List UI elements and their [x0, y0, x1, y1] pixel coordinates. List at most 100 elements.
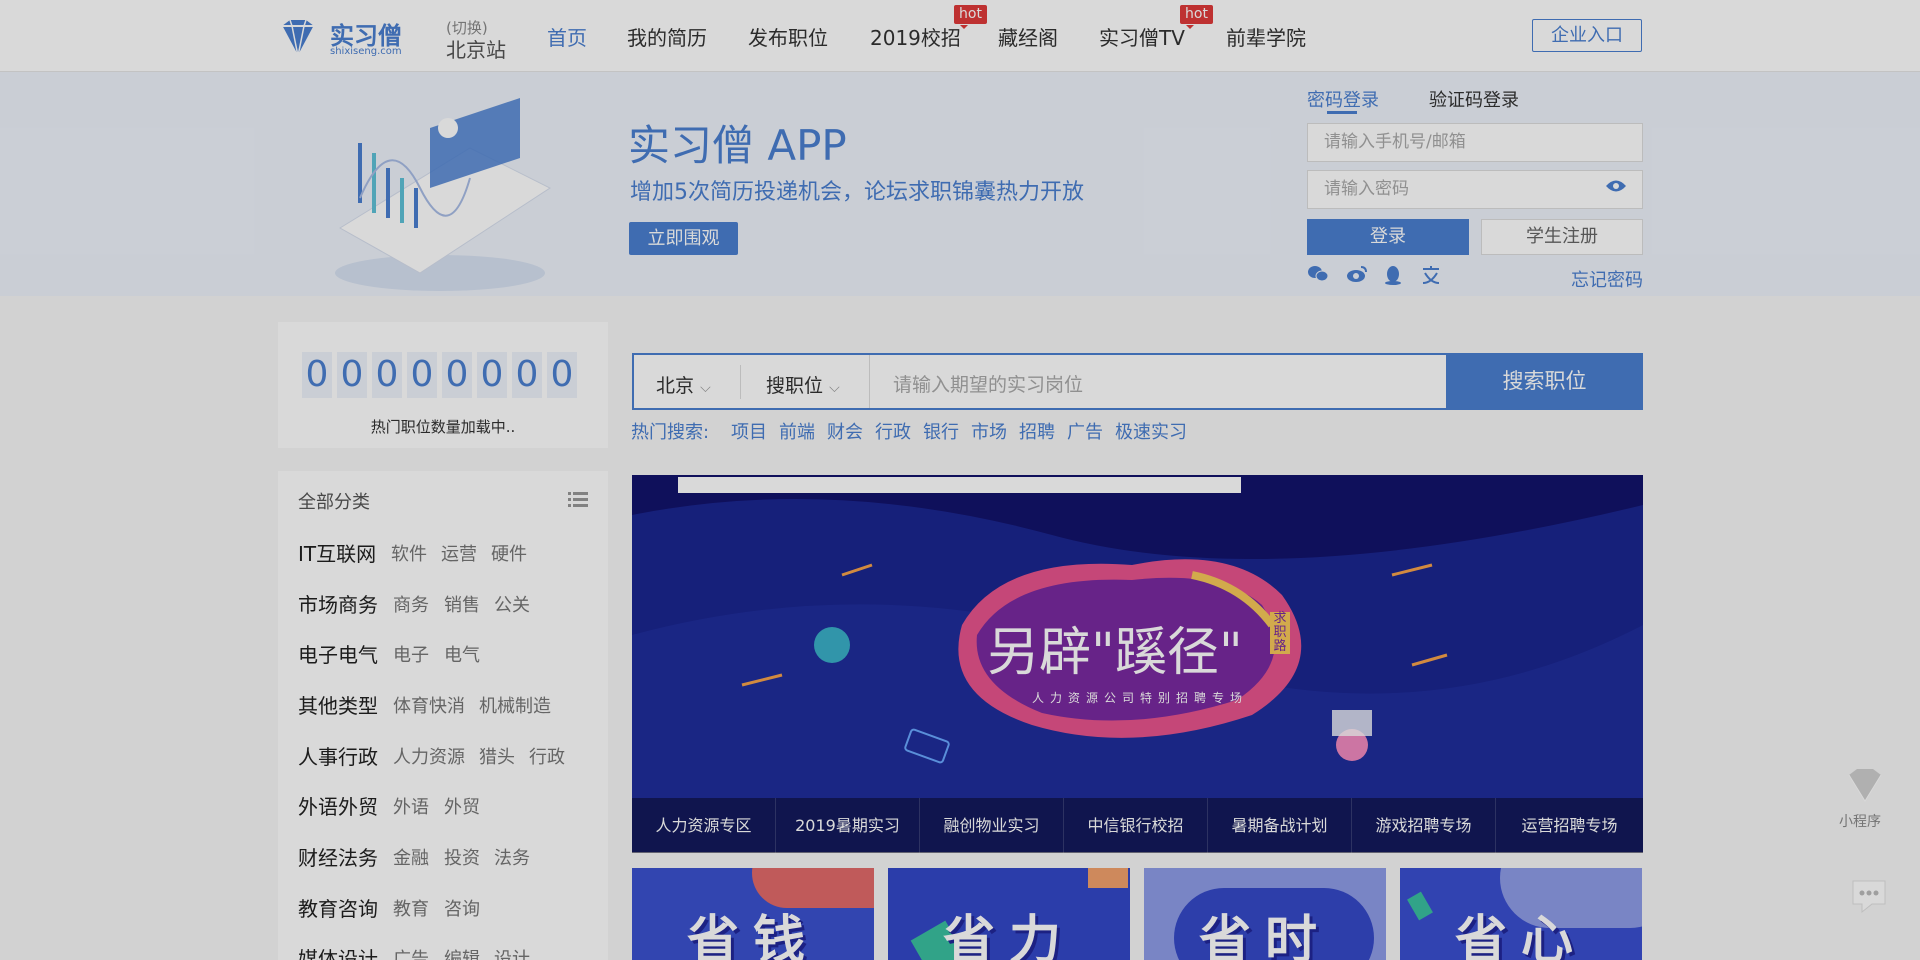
promo-tile[interactable]: 省心: [1400, 868, 1642, 960]
category-sub[interactable]: 外贸: [444, 793, 480, 819]
category-hr[interactable]: 人事行政: [298, 741, 378, 770]
carousel-tab[interactable]: 2019暑期实习: [776, 798, 920, 853]
category-sub[interactable]: 硬件: [491, 540, 527, 566]
phone-illustration: [320, 88, 560, 302]
promo-tile[interactable]: 省力: [888, 868, 1130, 960]
mini-program-icon[interactable]: [1845, 767, 1885, 807]
hot-badge: hot: [954, 5, 987, 29]
search-jobs-button[interactable]: 搜索职位: [1446, 353, 1643, 410]
city-select[interactable]: 北京 ⌵: [656, 371, 711, 398]
qq-icon[interactable]: [1384, 265, 1402, 289]
promo-tile[interactable]: 省钱: [632, 868, 874, 960]
carousel-title: 另辟"蹊径": [987, 623, 1243, 683]
category-sub[interactable]: 公关: [494, 591, 530, 617]
current-city[interactable]: 北京站: [446, 34, 506, 63]
category-sub[interactable]: 商务: [393, 591, 429, 617]
category-market[interactable]: 市场商务: [298, 589, 378, 618]
carousel-subtitle: 人力资源公司特别招聘专场: [1032, 691, 1249, 705]
carousel-slide[interactable]: 另辟"蹊径" 求职路 人力资源公司特别招聘专场: [632, 475, 1643, 852]
category-sub[interactable]: 金融: [393, 844, 429, 870]
counter-digit: 0: [547, 352, 577, 398]
category-sub[interactable]: 销售: [444, 591, 480, 617]
password-input[interactable]: 请输入密码: [1307, 170, 1643, 209]
carousel-tab[interactable]: 中信银行校招: [1064, 798, 1208, 853]
nav-academy[interactable]: 前辈学院: [1226, 22, 1306, 51]
category-finance-law[interactable]: 财经法务: [298, 842, 378, 871]
view-now-button[interactable]: 立即围观: [629, 222, 738, 255]
category-media[interactable]: 媒体设计: [298, 943, 378, 960]
hot-search-term[interactable]: 财会: [827, 418, 863, 444]
category-sub[interactable]: 外语: [393, 793, 429, 819]
carousel-tab[interactable]: 人力资源专区: [632, 798, 776, 853]
category-sub[interactable]: 法务: [494, 844, 530, 870]
hot-search-term[interactable]: 项目: [731, 418, 767, 444]
category-sub[interactable]: 体育快消: [393, 692, 465, 718]
promo-text: 省力: [942, 911, 1075, 960]
carousel-tab[interactable]: 融创物业实习: [920, 798, 1064, 853]
promo-tile[interactable]: 省时: [1144, 868, 1386, 960]
hot-search-term[interactable]: 前端: [779, 418, 815, 444]
category-sub[interactable]: 教育: [393, 895, 429, 921]
category-sub[interactable]: 行政: [529, 743, 565, 769]
chevron-down-icon: ⌵: [829, 380, 840, 396]
list-icon[interactable]: [568, 491, 588, 513]
nav-library[interactable]: 藏经阁: [998, 22, 1058, 51]
hot-search-term[interactable]: 银行: [923, 418, 959, 444]
category-other[interactable]: 其他类型: [298, 690, 378, 719]
show-password-icon[interactable]: [1605, 178, 1627, 197]
chat-icon[interactable]: [1850, 878, 1888, 918]
nav-tv[interactable]: 实习僧TV: [1099, 22, 1185, 51]
tab-password-login[interactable]: 密码登录: [1307, 86, 1379, 112]
forgot-password-link[interactable]: 忘记密码: [1571, 266, 1643, 292]
promo-text: 省时: [1198, 911, 1331, 960]
category-education[interactable]: 教育咨询: [298, 893, 378, 922]
search-type-select[interactable]: 搜职位 ⌵: [766, 371, 840, 398]
nav-my-resume[interactable]: 我的简历: [627, 22, 707, 51]
nav-home[interactable]: 首页: [547, 22, 587, 51]
counter-digit: 0: [477, 352, 507, 398]
category-sub[interactable]: 运营: [441, 540, 477, 566]
student-register-button[interactable]: 学生注册: [1481, 219, 1643, 255]
nav-post-job[interactable]: 发布职位: [748, 22, 828, 51]
hot-search-term[interactable]: 行政: [875, 418, 911, 444]
category-sub[interactable]: 电子: [393, 641, 429, 667]
carousel-tab[interactable]: 运营招聘专场: [1496, 798, 1643, 853]
site-logo[interactable]: 实习僧 shixiseng.com: [278, 16, 408, 60]
wechat-icon[interactable]: [1307, 265, 1329, 287]
alt-login-icon[interactable]: [1420, 265, 1442, 289]
category-sub[interactable]: 设计: [494, 945, 530, 960]
hot-search-term[interactable]: 市场: [971, 418, 1007, 444]
banner-title: 实习僧 APP: [628, 121, 847, 170]
nav-campus-2019[interactable]: 2019校招: [870, 22, 961, 51]
divider: [740, 365, 741, 399]
category-header: 全部分类: [298, 492, 370, 513]
category-sub[interactable]: 咨询: [444, 895, 480, 921]
hot-search-term[interactable]: 极速实习: [1115, 418, 1187, 444]
category-sub[interactable]: 投资: [444, 844, 480, 870]
category-it[interactable]: IT互联网: [298, 538, 376, 567]
login-button[interactable]: 登录: [1307, 219, 1469, 255]
weibo-icon[interactable]: [1346, 265, 1368, 287]
category-sub[interactable]: 机械制造: [479, 692, 551, 718]
search-input[interactable]: 请输入期望的实习岗位: [893, 370, 1083, 397]
tab-code-login[interactable]: 验证码登录: [1429, 86, 1519, 112]
category-sub[interactable]: 软件: [391, 540, 427, 566]
category-sub[interactable]: 电气: [444, 641, 480, 667]
hot-search-term[interactable]: 广告: [1067, 418, 1103, 444]
category-language[interactable]: 外语外贸: [298, 791, 378, 820]
city-select-value: 北京: [656, 375, 695, 397]
enterprise-entry-button[interactable]: 企业入口: [1532, 19, 1642, 52]
mini-program-label[interactable]: 小程序: [1839, 811, 1881, 831]
category-electronics[interactable]: 电子电气: [298, 639, 378, 668]
phone-email-input[interactable]: 请输入手机号/邮箱: [1307, 123, 1643, 162]
carousel-tag: 求职路: [1270, 612, 1290, 654]
hot-search-term[interactable]: 招聘: [1019, 418, 1055, 444]
category-sub[interactable]: 广告: [393, 945, 429, 960]
category-sub[interactable]: 猎头: [479, 743, 515, 769]
category-sub[interactable]: 人力资源: [393, 743, 465, 769]
carousel-top-strip: [678, 477, 1241, 493]
divider: [869, 355, 870, 408]
carousel-tab[interactable]: 暑期备战计划: [1208, 798, 1352, 853]
carousel-tab[interactable]: 游戏招聘专场: [1352, 798, 1496, 853]
category-sub[interactable]: 编辑: [444, 945, 480, 960]
